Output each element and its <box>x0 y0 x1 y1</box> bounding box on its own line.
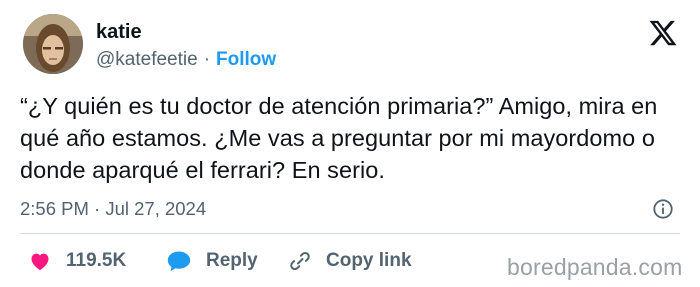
x-logo-icon[interactable] <box>648 18 678 48</box>
handle-row: @katefeetie · Follow <box>96 48 276 72</box>
follow-button[interactable]: Follow <box>216 49 276 70</box>
reply-button[interactable]: Reply <box>166 246 258 276</box>
reply-label: Reply <box>206 250 258 271</box>
like-button[interactable]: 119.5K <box>28 246 126 276</box>
watermark: boredpanda.com <box>507 254 683 280</box>
copy-link-label: Copy link <box>326 250 412 271</box>
tweet-card: katie @katefeetie · Follow “¿Y quién es tu… <box>0 0 700 287</box>
speech-bubble-icon <box>167 251 191 271</box>
tweet-text: “¿Y quién es tu doctor de atención prima… <box>20 93 658 183</box>
link-icon <box>290 251 310 271</box>
divider <box>20 233 680 234</box>
heart-icon <box>31 253 49 271</box>
info-icon[interactable] <box>652 198 674 220</box>
avatar[interactable] <box>23 14 83 74</box>
separator-dot: · <box>203 49 211 70</box>
avatar-photo <box>23 14 83 74</box>
timestamp[interactable]: 2:56 PM · Jul 27, 2024 <box>20 197 206 221</box>
copy-link-button[interactable]: Copy link <box>288 246 412 276</box>
author-name[interactable]: katie <box>96 20 142 44</box>
like-count: 119.5K <box>66 250 127 271</box>
author-handle[interactable]: @katefeetie <box>96 49 198 70</box>
